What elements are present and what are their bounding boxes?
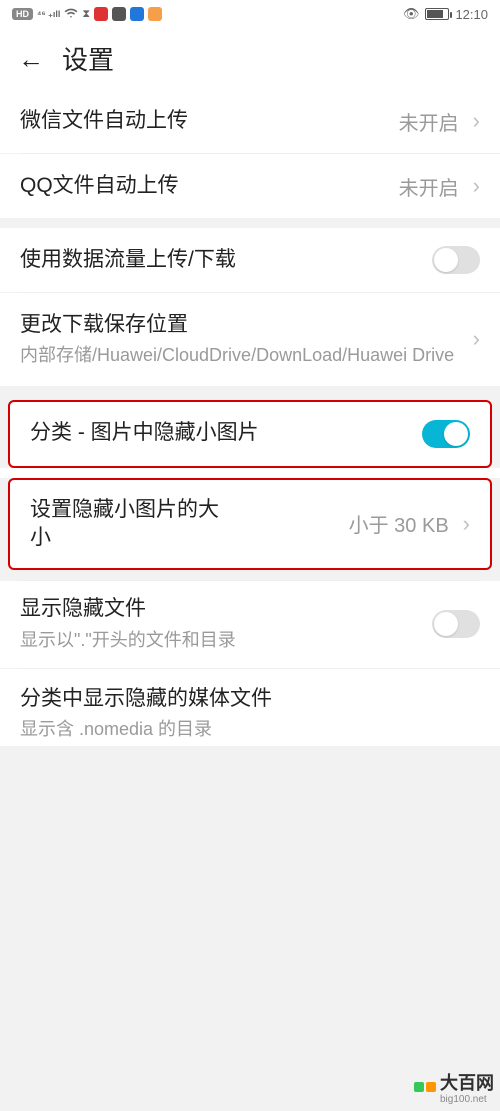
row-show-hidden[interactable]: 显示隐藏文件 显示以"."开头的文件和目录 xyxy=(0,581,500,668)
row-subtitle: 内部存储/Huawei/CloudDrive/DownLoad/Huawei D… xyxy=(20,343,459,367)
row-title: 显示隐藏文件 xyxy=(20,595,420,623)
app-icon-music xyxy=(112,7,126,21)
status-right: 👁 12:10 xyxy=(403,6,488,22)
chevron-right-icon: › xyxy=(461,513,470,535)
toggle-data-upload[interactable] xyxy=(432,246,480,274)
watermark: 大百网 big100.net xyxy=(414,1069,494,1105)
row-title: QQ文件自动上传 xyxy=(20,172,387,200)
wifi-icon xyxy=(64,6,78,23)
row-wechat-upload[interactable]: 微信文件自动上传 未开启 › xyxy=(0,89,500,153)
highlight-box-hide-size: 设置隐藏小图片的大小 小于 30 KB › xyxy=(8,478,492,571)
page-title: 设置 xyxy=(62,40,114,77)
app-icon-alipay xyxy=(130,7,144,21)
section-gap xyxy=(0,386,500,400)
clock-time: 12:10 xyxy=(455,7,488,22)
toggle-hide-small[interactable] xyxy=(422,420,470,448)
app-icon-orange xyxy=(148,7,162,21)
row-title: 使用数据流量上传/下载 xyxy=(20,246,250,274)
row-title: 微信文件自动上传 xyxy=(20,107,387,135)
status-bar: HD ⁴⁶ ₊ıll ⧗ 👁 12:10 xyxy=(0,0,500,28)
row-show-hidden-media[interactable]: 分类中显示隐藏的媒体文件 显示含 .nomedia 的目录 xyxy=(0,669,500,746)
watermark-url: big100.net xyxy=(440,1095,494,1105)
row-hide-size[interactable]: 设置隐藏小图片的大小 小于 30 KB › xyxy=(10,480,490,569)
signal-4g: ⁴⁶ ₊ıll xyxy=(37,9,60,20)
watermark-icon xyxy=(414,1082,436,1092)
toggle-show-hidden[interactable] xyxy=(432,610,480,638)
section-gap xyxy=(0,218,500,228)
row-subtitle: 显示以"."开头的文件和目录 xyxy=(20,628,280,652)
watermark-text: 大百网 xyxy=(440,1073,494,1093)
row-value: 小于 30 KB xyxy=(349,509,449,538)
battery-icon xyxy=(425,8,449,20)
highlight-box-hide-small: 分类 - 图片中隐藏小图片 xyxy=(8,400,492,468)
eye-comfort-icon: 👁 xyxy=(403,6,420,22)
row-download-location[interactable]: 更改下载保存位置 内部存储/Huawei/CloudDrive/DownLoad… xyxy=(0,293,500,386)
hd-badge: HD xyxy=(12,8,33,20)
back-button[interactable]: ← xyxy=(12,42,50,76)
row-hide-small-images[interactable]: 分类 - 图片中隐藏小图片 xyxy=(10,402,490,466)
row-title: 分类 - 图片中隐藏小图片 xyxy=(30,419,260,447)
row-qq-upload[interactable]: QQ文件自动上传 未开启 › xyxy=(0,154,500,218)
spacer xyxy=(0,468,500,478)
row-title: 设置隐藏小图片的大小 xyxy=(30,496,230,553)
row-title: 更改下载保存位置 xyxy=(20,311,459,339)
row-value: 未开启 xyxy=(399,172,459,201)
row-subtitle: 显示含 .nomedia 的目录 xyxy=(20,717,480,741)
app-header: ← 设置 xyxy=(0,28,500,89)
row-value: 未开启 xyxy=(399,107,459,136)
row-title: 分类中显示隐藏的媒体文件 xyxy=(20,685,300,713)
chevron-right-icon: › xyxy=(471,328,480,350)
chevron-right-icon: › xyxy=(471,175,480,197)
chevron-right-icon: › xyxy=(471,110,480,132)
status-left: HD ⁴⁶ ₊ıll ⧗ xyxy=(12,6,162,23)
app-icon-red xyxy=(94,7,108,21)
hourglass-icon: ⧗ xyxy=(82,8,90,21)
row-data-upload[interactable]: 使用数据流量上传/下载 xyxy=(0,228,500,292)
